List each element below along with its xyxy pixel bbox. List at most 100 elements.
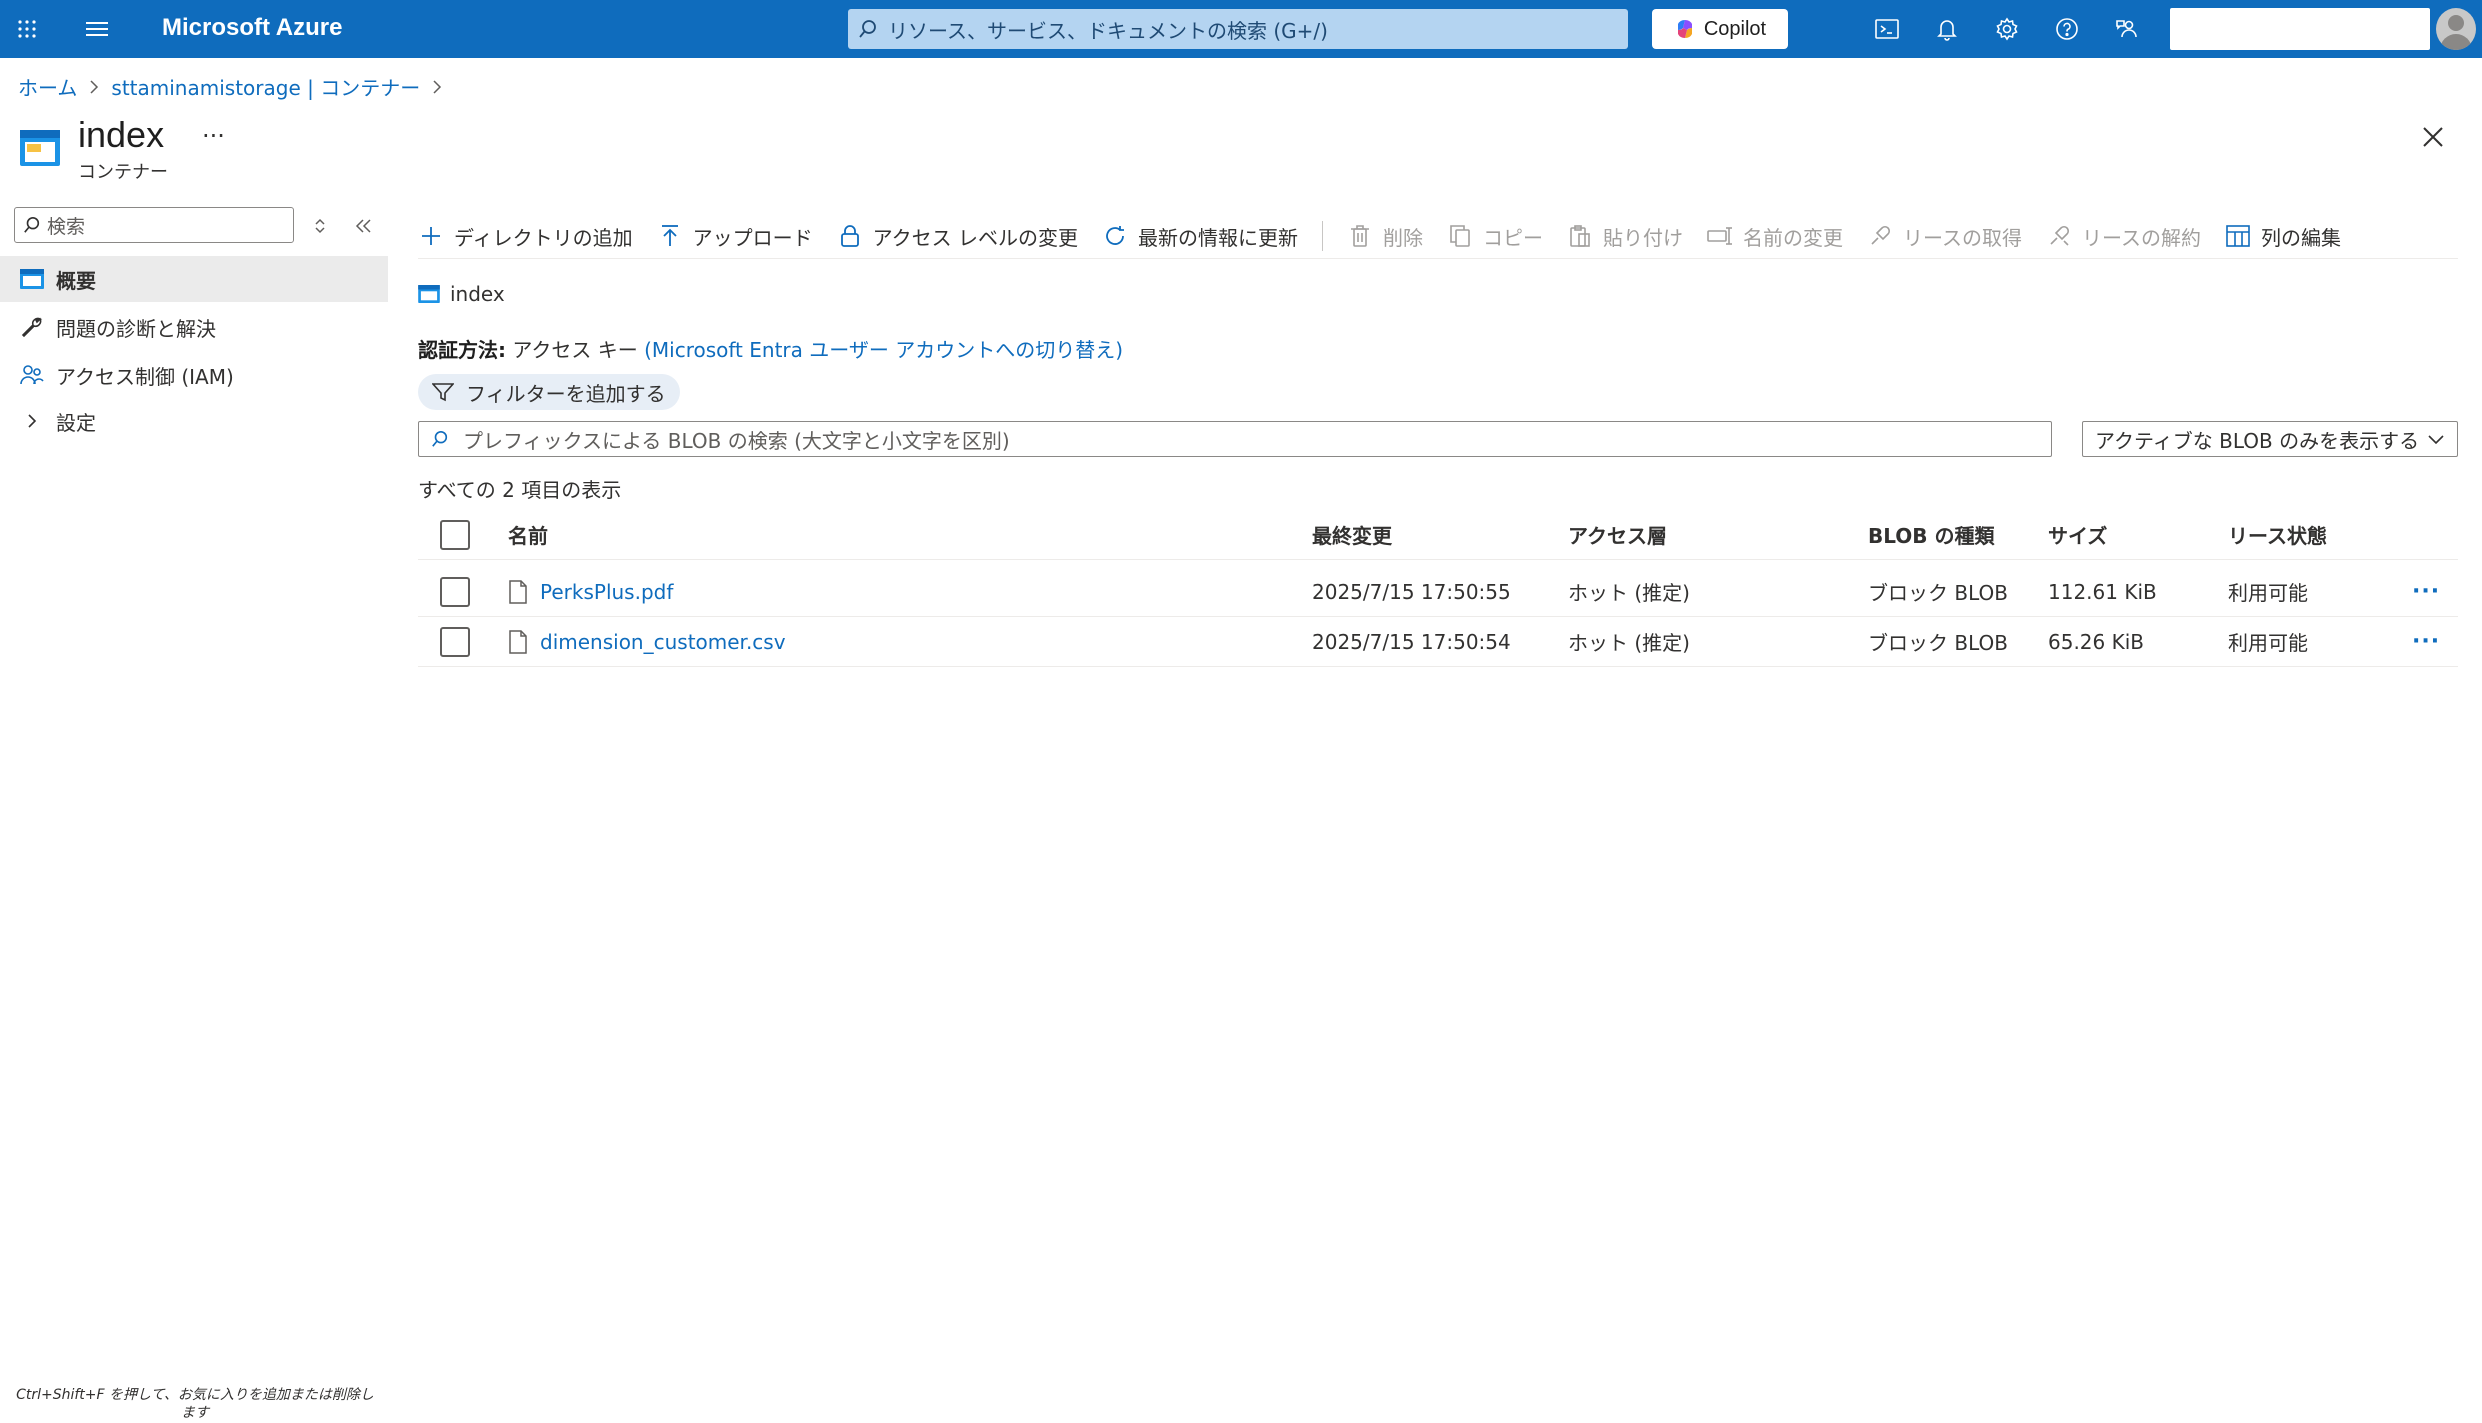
hamburger-icon[interactable] [80, 12, 114, 46]
sidebar-item-settings[interactable]: 設定 [0, 398, 388, 444]
tier-cell: ホット (推定) [1568, 581, 1690, 605]
rename-button[interactable]: 名前の変更 [1707, 222, 1843, 251]
column-header-type[interactable]: BLOB の種類 [1868, 510, 1994, 559]
file-name-link[interactable]: PerksPlus.pdf [540, 580, 673, 604]
refresh-icon [1102, 223, 1128, 249]
container-icon [418, 285, 440, 303]
lease-cell: 利用可能 [2228, 581, 2308, 605]
paste-button[interactable]: 貼り付け [1567, 222, 1683, 251]
sidebar-item-overview[interactable]: 概要 [0, 256, 388, 302]
link-icon [1867, 223, 1893, 249]
switch-auth-link[interactable]: (Microsoft Entra ユーザー アカウントへの切り替え) [644, 338, 1123, 362]
search-icon [859, 20, 876, 38]
upload-label: アップロード [692, 225, 813, 250]
unlink-icon [2046, 223, 2072, 249]
add-filter-label: フィルターを追加する [466, 381, 666, 406]
row-more-button[interactable]: ··· [2412, 567, 2440, 616]
blob-filter-value: アクティブな BLOB のみを表示する [2095, 428, 2420, 453]
select-all-checkbox[interactable] [440, 519, 470, 550]
search-icon [24, 216, 40, 233]
sidebar-item-diagnose[interactable]: 問題の診断と解決 [0, 304, 388, 350]
file-name-link[interactable]: dimension_customer.csv [540, 630, 786, 654]
column-header-size[interactable]: サイズ [2048, 510, 2107, 559]
more-options-button[interactable]: ··· [202, 122, 225, 150]
acquire-lease-label: リースの取得 [1902, 225, 2022, 250]
container-icon [20, 130, 60, 166]
add-filter-button[interactable]: フィルターを追加する [418, 374, 680, 410]
change-access-label: アクセス レベルの変更 [872, 225, 1078, 250]
brand-title[interactable]: Microsoft Azure [162, 14, 342, 42]
file-icon [509, 629, 527, 654]
people-icon [18, 361, 46, 389]
toolbar-divider [1321, 221, 1323, 251]
blob-search-input[interactable]: プレフィックスによる BLOB の検索 (大文字と小文字を区別) [418, 421, 2052, 457]
account-box[interactable] [2170, 8, 2430, 50]
waffle-icon[interactable] [10, 12, 44, 46]
tier-cell: ホット (推定) [1568, 631, 1690, 655]
plus-icon [418, 223, 444, 249]
row-more-button[interactable]: ··· [2412, 617, 2440, 666]
sidebar-item-label: 概要 [56, 268, 96, 293]
breadcrumb-home[interactable]: ホーム [18, 72, 77, 101]
page-subtitle: コンテナー [78, 162, 168, 183]
lease-cell: 利用可能 [2228, 631, 2308, 655]
row-checkbox[interactable] [440, 576, 470, 607]
change-access-level-button[interactable]: アクセス レベルの変更 [837, 222, 1078, 251]
acquire-lease-button[interactable]: リースの取得 [1867, 222, 2022, 251]
gear-icon[interactable] [1990, 12, 2024, 46]
file-icon [509, 579, 527, 604]
auth-value: アクセス キー [512, 338, 638, 362]
global-search-input[interactable]: リソース、サービス、ドキュメントの検索 (G+/) [848, 9, 1628, 49]
copy-button[interactable]: コピー [1447, 222, 1543, 251]
feedback-icon[interactable] [2110, 12, 2144, 46]
sort-toggle-icon[interactable] [306, 212, 334, 240]
copilot-button[interactable]: Copilot [1652, 9, 1788, 49]
type-cell: ブロック BLOB [1868, 631, 2008, 655]
collapse-sidebar-icon[interactable] [350, 212, 378, 240]
blob-filter-dropdown[interactable]: アクティブな BLOB のみを表示する [2082, 421, 2458, 457]
auth-method: 認証方法: アクセス キー (Microsoft Entra ユーザー アカウン… [418, 334, 1123, 363]
container-path-label: index [450, 282, 505, 306]
refresh-button[interactable]: 最新の情報に更新 [1102, 222, 1298, 251]
upload-icon [657, 223, 683, 249]
blob-search-placeholder: プレフィックスによる BLOB の検索 (大文字と小文字を区別) [463, 428, 1010, 453]
breadcrumb-storage[interactable]: sttaminamistorage | コンテナー [111, 72, 420, 101]
table-row[interactable]: dimension_customer.csv 2025/7/15 17:50:5… [418, 617, 2458, 667]
type-cell: ブロック BLOB [1868, 581, 2008, 605]
help-icon[interactable] [2050, 12, 2084, 46]
sidebar-item-label: 設定 [56, 410, 96, 435]
delete-button[interactable]: 削除 [1347, 222, 1423, 251]
sidebar-item-label: 問題の診断と解決 [56, 316, 216, 341]
container-path: index [418, 282, 505, 306]
copilot-icon [1677, 20, 1692, 38]
rename-label: 名前の変更 [1742, 225, 1843, 250]
upload-button[interactable]: アップロード [657, 222, 813, 251]
column-header-tier[interactable]: アクセス層 [1568, 510, 1667, 559]
add-directory-button[interactable]: ディレクトリの追加 [418, 222, 633, 251]
modified-cell: 2025/7/15 17:50:55 [1312, 579, 1511, 604]
refresh-label: 最新の情報に更新 [1137, 225, 1298, 250]
edit-columns-button[interactable]: 列の編集 [2225, 222, 2341, 251]
chevron-right-icon [89, 79, 99, 95]
sidebar-search-input[interactable]: 検索 [14, 207, 294, 243]
column-header-name[interactable]: 名前 [508, 510, 548, 559]
avatar[interactable] [2436, 8, 2476, 50]
column-header-lease[interactable]: リース状態 [2228, 510, 2327, 559]
column-header-modified[interactable]: 最終変更 [1312, 510, 1392, 559]
sidebar-item-iam[interactable]: アクセス制御 (IAM) [0, 352, 388, 398]
top-bar: Microsoft Azure リソース、サービス、ドキュメントの検索 (G+/… [0, 0, 2482, 58]
trash-icon [1347, 223, 1373, 249]
add-directory-label: ディレクトリの追加 [454, 225, 633, 250]
bell-icon[interactable] [1930, 12, 1964, 46]
size-cell: 65.26 KiB [2048, 629, 2145, 654]
row-checkbox[interactable] [440, 626, 470, 657]
cloud-shell-icon[interactable] [1870, 12, 1904, 46]
delete-label: 削除 [1382, 225, 1423, 250]
close-icon[interactable] [2418, 122, 2448, 152]
break-lease-button[interactable]: リースの解約 [2046, 222, 2201, 251]
lock-icon [837, 223, 863, 249]
table-row[interactable]: PerksPlus.pdf 2025/7/15 17:50:55 ホット (推定… [418, 567, 2458, 617]
command-bar-divider [418, 258, 2458, 259]
chevron-right-icon [432, 79, 442, 95]
copilot-label: Copilot [1703, 17, 1767, 40]
